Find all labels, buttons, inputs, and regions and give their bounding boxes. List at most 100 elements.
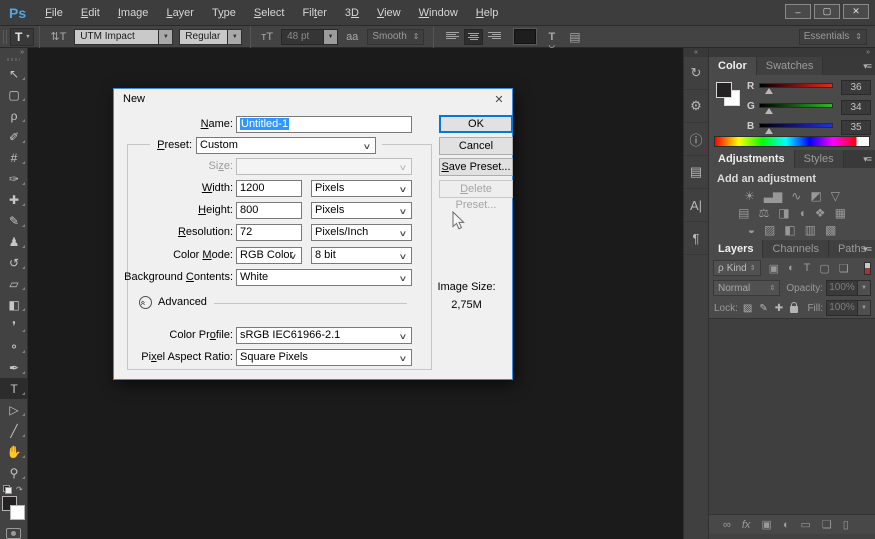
menu-3d[interactable]: 3D: [336, 0, 368, 26]
blue-slider-thumb[interactable]: [765, 128, 773, 134]
lock-position-icon[interactable]: ✚: [775, 303, 783, 314]
photo-filter-icon[interactable]: ◖: [799, 206, 806, 220]
collapse-panels-icon[interactable]: »: [709, 48, 875, 57]
invert-icon[interactable]: ◒: [748, 223, 755, 237]
advanced-collapse-icon[interactable]: «: [139, 296, 152, 309]
tab-styles[interactable]: Styles: [794, 150, 844, 168]
color-spectrum-ramp[interactable]: [714, 136, 870, 147]
collapse-dock-icon[interactable]: «: [684, 48, 708, 57]
tab-adjustments[interactable]: Adjustments: [709, 150, 795, 168]
new-adjustment-layer-icon[interactable]: ◐: [783, 519, 790, 531]
menu-window[interactable]: Window: [410, 0, 467, 26]
width-input[interactable]: 1200: [236, 180, 302, 197]
color-profile-select[interactable]: sRGB IEC61966-2.1: [236, 327, 412, 344]
close-icon[interactable]: ✕: [488, 90, 510, 108]
minimize-button[interactable]: –: [785, 4, 811, 19]
chevron-down-icon[interactable]: ▼: [227, 28, 243, 45]
align-right-icon[interactable]: [485, 29, 504, 45]
blend-mode-select[interactable]: Normal ⇕: [713, 280, 781, 296]
lasso-tool[interactable]: ρ: [0, 105, 28, 126]
history-panel-icon[interactable]: ↻: [684, 57, 708, 90]
menu-help[interactable]: Help: [467, 0, 508, 26]
chevron-down-icon[interactable]: ▼: [158, 28, 174, 45]
width-unit-select[interactable]: Pixels: [311, 180, 412, 197]
character-panel-icon[interactable]: A|: [684, 189, 708, 222]
eyedropper-tool[interactable]: ✑: [0, 168, 28, 189]
save-preset-button[interactable]: Save Preset...: [439, 158, 513, 176]
align-left-icon[interactable]: [443, 29, 462, 45]
paint-bucket-tool[interactable]: ◧: [0, 294, 28, 315]
bit-depth-select[interactable]: 8 bit: [311, 247, 412, 264]
layer-filter-kind-select[interactable]: ρ Kind ⇕: [713, 260, 761, 276]
color-balance-icon[interactable]: ⚖: [758, 206, 769, 220]
panel-menu-icon[interactable]: ▾≡: [863, 61, 872, 72]
brightness-contrast-icon[interactable]: ☀: [744, 189, 755, 203]
background-color-swatch[interactable]: [10, 505, 25, 520]
quick-mask-icon[interactable]: [6, 528, 21, 539]
pixel-aspect-ratio-select[interactable]: Square Pixels: [236, 349, 412, 366]
font-style-select[interactable]: Regular ▼: [179, 28, 243, 45]
anti-alias-select[interactable]: Smooth ⇕: [367, 28, 425, 45]
menu-view[interactable]: View: [368, 0, 410, 26]
paragraph-panel-icon[interactable]: ¶: [684, 222, 708, 255]
eraser-tool[interactable]: ▱: [0, 273, 28, 294]
menu-image[interactable]: Image: [109, 0, 158, 26]
menu-type[interactable]: Type: [203, 0, 245, 26]
add-layer-mask-icon[interactable]: ▣: [761, 518, 771, 531]
layers-list[interactable]: [709, 318, 875, 514]
levels-icon[interactable]: ▃▆: [764, 189, 782, 203]
tool-preset-picker[interactable]: T ▾: [10, 27, 35, 46]
black-white-icon[interactable]: ◨: [778, 206, 789, 220]
layer-effects-icon[interactable]: fx: [742, 519, 751, 531]
menu-filter[interactable]: Filter: [293, 0, 335, 26]
background-contents-select[interactable]: White: [236, 269, 412, 286]
spot-healing-brush-tool[interactable]: ✚: [0, 189, 28, 210]
zoom-tool[interactable]: ⚲: [0, 462, 28, 483]
link-layers-icon[interactable]: ∞: [723, 519, 731, 531]
text-color-swatch[interactable]: [513, 28, 538, 45]
resolution-unit-select[interactable]: Pixels/Inch: [311, 224, 412, 241]
vibrance-icon[interactable]: ▽: [831, 189, 840, 203]
panel-menu-icon[interactable]: ▾≡: [863, 154, 872, 165]
lock-paint-icon[interactable]: ✎: [759, 303, 767, 314]
close-button[interactable]: ✕: [843, 4, 869, 19]
hand-tool[interactable]: ✋: [0, 441, 28, 462]
filter-smart-objects-icon[interactable]: ❏: [839, 262, 849, 275]
workspace-select[interactable]: Essentials ⇕: [798, 28, 867, 45]
exposure-icon[interactable]: ◩: [810, 189, 821, 203]
color-mode-select[interactable]: RGB Color: [236, 247, 302, 264]
green-slider-thumb[interactable]: [765, 108, 773, 114]
crop-tool[interactable]: #: [0, 147, 28, 168]
lock-all-icon[interactable]: [790, 302, 799, 313]
chevron-down-icon[interactable]: ▼: [858, 280, 871, 296]
tab-swatches[interactable]: Swatches: [756, 57, 824, 75]
tab-layers[interactable]: Layers: [709, 240, 764, 258]
history-brush-tool[interactable]: ↺: [0, 252, 28, 273]
resolution-input[interactable]: 72: [236, 224, 302, 241]
path-selection-tool[interactable]: ▷: [0, 399, 28, 420]
foreground-color-swatch[interactable]: [716, 82, 732, 98]
lock-transparency-icon[interactable]: ▨: [743, 303, 752, 314]
toolbar-grip[interactable]: [7, 58, 20, 61]
toggle-panels-icon[interactable]: ▤: [569, 30, 580, 44]
font-family-select[interactable]: UTM Impact ▼: [74, 28, 174, 45]
move-tool[interactable]: ↖: [0, 63, 28, 84]
channel-mixer-icon[interactable]: ❖: [815, 206, 826, 220]
filter-shape-layers-icon[interactable]: ▢: [819, 262, 829, 275]
menu-select[interactable]: Select: [245, 0, 294, 26]
posterize-icon[interactable]: ▨: [764, 223, 775, 237]
layer-filter-toggle[interactable]: [864, 261, 871, 275]
tab-channels[interactable]: Channels: [763, 240, 829, 258]
layer-comps-panel-icon[interactable]: ▤: [684, 156, 708, 189]
preset-select[interactable]: Custom: [196, 137, 376, 154]
panel-menu-icon[interactable]: ▾≡: [863, 244, 872, 255]
height-input[interactable]: 800: [236, 202, 302, 219]
default-colors-icon[interactable]: [3, 485, 12, 494]
red-slider-thumb[interactable]: [765, 88, 773, 94]
align-center-icon[interactable]: [464, 28, 484, 45]
filter-type-layers-icon[interactable]: T: [804, 262, 811, 275]
opacity-value[interactable]: 100%: [826, 280, 858, 296]
chevron-down-icon[interactable]: ▼: [858, 300, 871, 316]
pen-tool[interactable]: ✒: [0, 357, 28, 378]
brush-tool[interactable]: ✎: [0, 210, 28, 231]
